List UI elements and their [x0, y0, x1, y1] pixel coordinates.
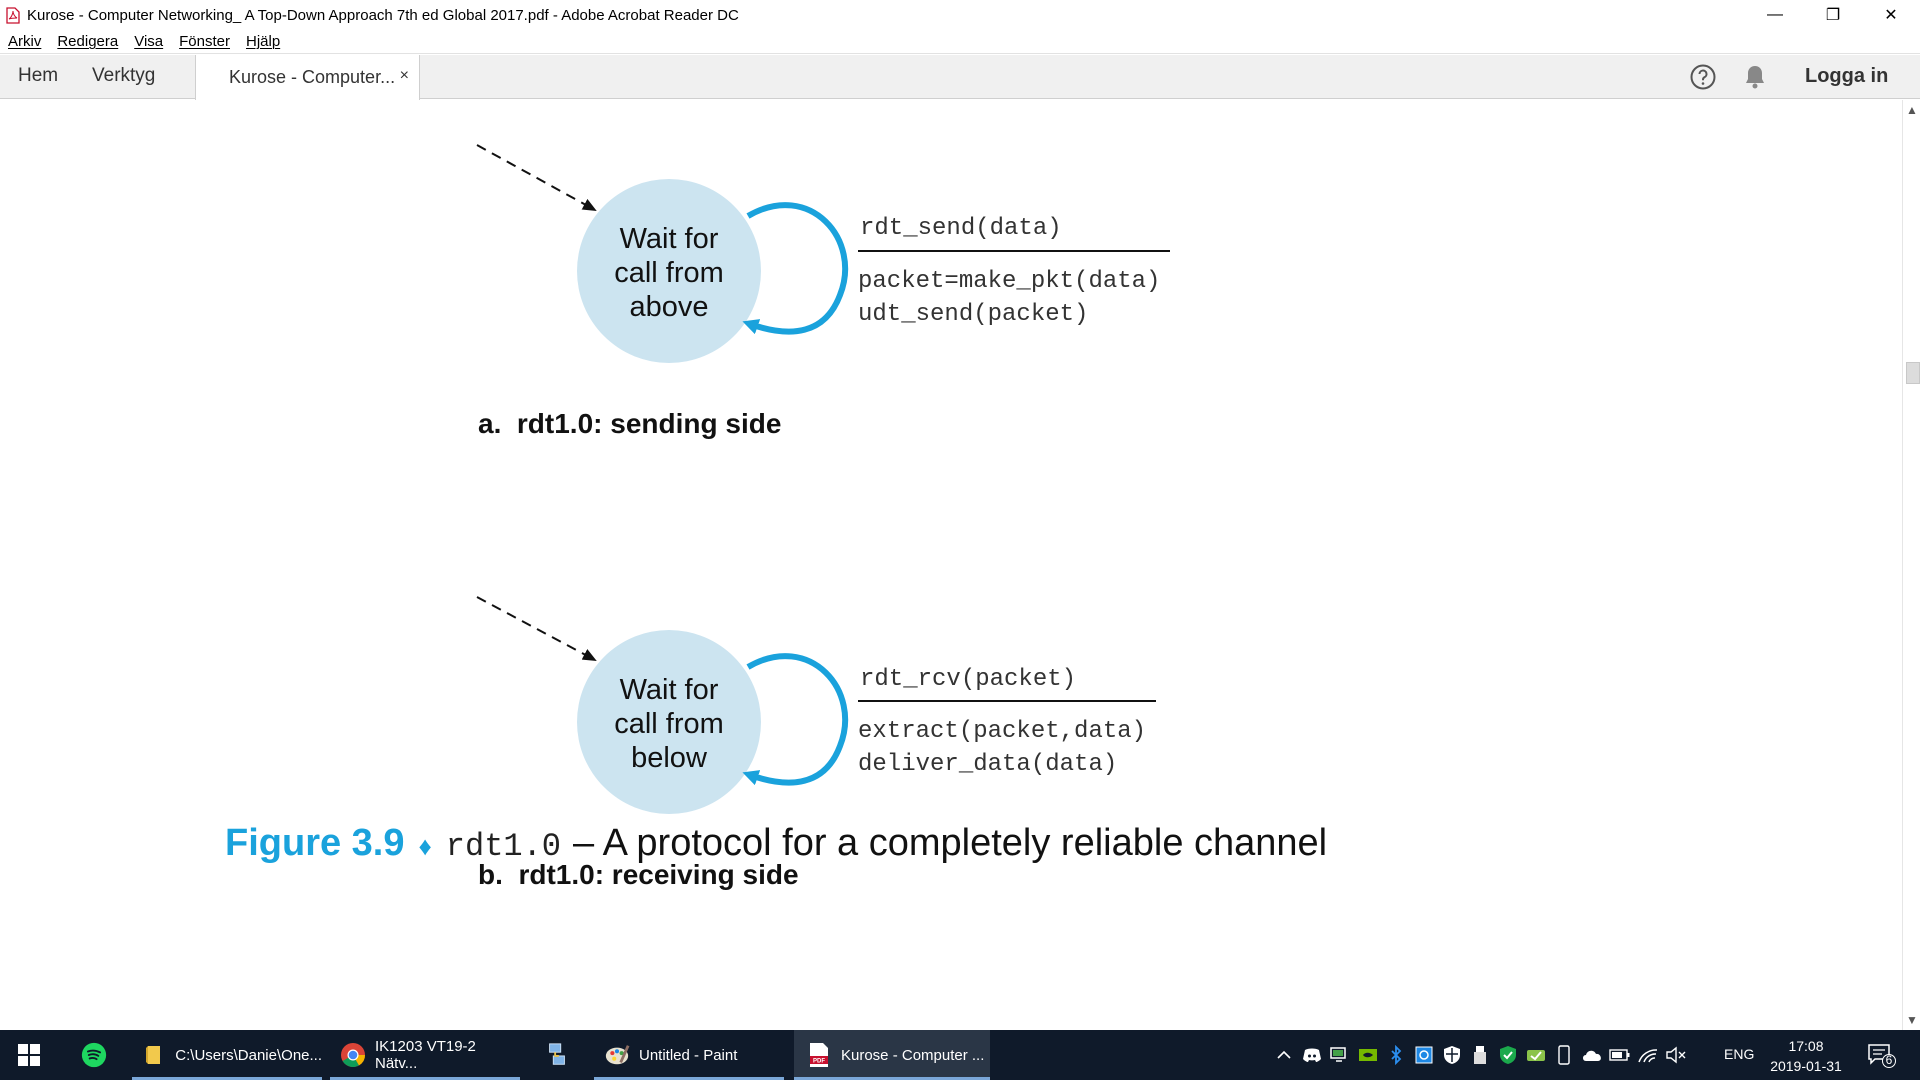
clock[interactable]: 17:08 2019-01-31 [1766, 1036, 1846, 1076]
menu-visa[interactable]: Visa [134, 33, 163, 50]
network-computer-icon [544, 1042, 570, 1068]
taskbar: C:\Users\Danie\One... IK1203 VT19-2 Nätv… [0, 1030, 1920, 1080]
figure-caption: Figure 3.9 ♦ rdt1.0 – A protocol for a c… [225, 822, 1327, 865]
chrome-taskbar-label: IK1203 VT19-2 Nätv... [375, 1038, 476, 1072]
spotify-taskbar-button[interactable] [66, 1030, 122, 1080]
tab-home[interactable]: Hem [18, 65, 58, 87]
title-bar: Kurose - Computer Networking_ A Top-Down… [0, 0, 1920, 30]
receiver-event: rdt_rcv(packet) [860, 666, 1076, 693]
paint-icon [604, 1042, 630, 1068]
clock-time: 17:08 [1788, 1038, 1824, 1054]
discord-icon[interactable] [1300, 1043, 1324, 1067]
state-sender-line-3: above [629, 291, 708, 323]
nvidia-icon[interactable] [1356, 1043, 1380, 1067]
tab-bar: Hem Verktyg Kurose - Computer... × Logga… [0, 55, 1920, 100]
bluetooth-icon[interactable] [1384, 1043, 1408, 1067]
sender-caption: a. rdt1.0: sending side [478, 408, 781, 439]
state-receiver-line-2: call from [614, 708, 724, 740]
chrome-taskbar-button[interactable]: IK1203 VT19-2 Nätv... [330, 1030, 520, 1080]
figure-protocol-name: rdt1.0 [445, 828, 561, 865]
folder-icon [142, 1042, 166, 1068]
menu-fonster[interactable]: Fönster [179, 33, 230, 50]
minimize-button[interactable]: — [1746, 0, 1804, 30]
acrobat-taskbar-button[interactable]: PDF Kurose - Computer ... [794, 1030, 990, 1080]
acrobat-taskbar-icon: PDF [806, 1042, 832, 1068]
acrobat-icon [5, 6, 21, 24]
usb-device-icon[interactable] [1468, 1043, 1492, 1067]
help-icon[interactable] [1689, 63, 1717, 91]
sender-event: rdt_send(data) [860, 215, 1062, 242]
phone-icon[interactable] [1552, 1043, 1576, 1067]
volume-muted-icon[interactable] [1664, 1043, 1688, 1067]
window-title: Kurose - Computer Networking_ A Top-Down… [27, 6, 739, 24]
explorer-taskbar-button[interactable]: C:\Users\Danie\One... [132, 1030, 322, 1080]
menu-arkiv[interactable]: Arkiv [8, 33, 41, 50]
tab-close-button[interactable]: × [400, 67, 409, 85]
sender-action-2: udt_send(packet) [858, 301, 1088, 328]
clock-date: 2019-01-31 [1770, 1058, 1842, 1074]
notification-count: 6 [1885, 1053, 1893, 1067]
tab-tools[interactable]: Verktyg [92, 65, 155, 87]
login-button[interactable]: Logga in [1805, 65, 1888, 88]
scroll-down-icon[interactable]: ▼ [1903, 1013, 1920, 1027]
paint-taskbar-label: Untitled - Paint [639, 1046, 738, 1064]
system-tray [1270, 1030, 1690, 1080]
network-app-taskbar-button[interactable] [532, 1030, 582, 1080]
figure-caption-text: – A protocol for a completely reliable c… [573, 822, 1328, 864]
tab-document[interactable]: Kurose - Computer... × [195, 55, 420, 100]
svg-text:PDF: PDF [813, 1059, 825, 1065]
security-shield-icon[interactable] [1440, 1043, 1464, 1067]
restore-button[interactable]: ❐ [1804, 0, 1862, 30]
state-receiver-line-3: below [631, 742, 708, 774]
spotify-icon [81, 1042, 107, 1068]
acrobat-taskbar-label: Kurose - Computer ... [841, 1046, 985, 1064]
wifi-icon[interactable] [1636, 1043, 1660, 1067]
paint-taskbar-button[interactable]: Untitled - Paint [594, 1030, 784, 1080]
document-view: Wait for call from above rdt_send(data) … [0, 100, 1902, 1030]
fsm-figure: Wait for call from above rdt_send(data) … [476, 144, 1170, 890]
receiver-action-1: extract(packet,data) [858, 718, 1146, 745]
state-receiver-line-1: Wait for [620, 674, 719, 706]
chrome-icon [340, 1042, 366, 1068]
state-sender-line-1: Wait for [620, 223, 719, 255]
close-window-button[interactable]: ✕ [1862, 0, 1920, 30]
self-loop-arrow-receiver [742, 653, 849, 786]
tab-document-label: Kurose - Computer... [229, 67, 396, 87]
self-loop-arrow-sender [742, 202, 849, 335]
initial-arrow-receiver [476, 596, 597, 661]
language-indicator[interactable]: ENG [1724, 1046, 1754, 1062]
show-hidden-icons-icon[interactable] [1272, 1043, 1296, 1067]
action-center-icon[interactable]: 6 [1866, 1041, 1896, 1069]
defender-icon[interactable] [1496, 1043, 1520, 1067]
diamond-icon: ♦ [418, 831, 432, 861]
sender-action-1: packet=make_pkt(data) [858, 268, 1160, 295]
notification-bell-icon[interactable] [1743, 64, 1767, 90]
explorer-taskbar-label: C:\Users\Danie\One... [175, 1046, 322, 1064]
scroll-thumb[interactable] [1906, 362, 1920, 384]
initial-arrow-sender [476, 144, 597, 211]
vertical-scrollbar[interactable]: ▲ ▼ [1902, 100, 1920, 1030]
monitor-icon[interactable] [1328, 1043, 1352, 1067]
menu-bar: Arkiv Redigera Visa Fönster Hjälp [0, 30, 1920, 54]
scroll-up-icon[interactable]: ▲ [1903, 103, 1920, 117]
receiver-action-2: deliver_data(data) [858, 751, 1117, 778]
windows-start-icon[interactable] [0, 1030, 58, 1080]
state-sender-line-2: call from [614, 257, 724, 289]
menu-redigera[interactable]: Redigera [57, 33, 118, 50]
sync-icon[interactable] [1524, 1043, 1548, 1067]
onedrive-icon[interactable] [1580, 1043, 1604, 1067]
figure-number: Figure 3.9 [225, 822, 405, 864]
battery-icon[interactable] [1608, 1043, 1632, 1067]
app-tray-blue-icon[interactable] [1412, 1043, 1436, 1067]
menu-hjalp[interactable]: Hjälp [246, 33, 280, 50]
